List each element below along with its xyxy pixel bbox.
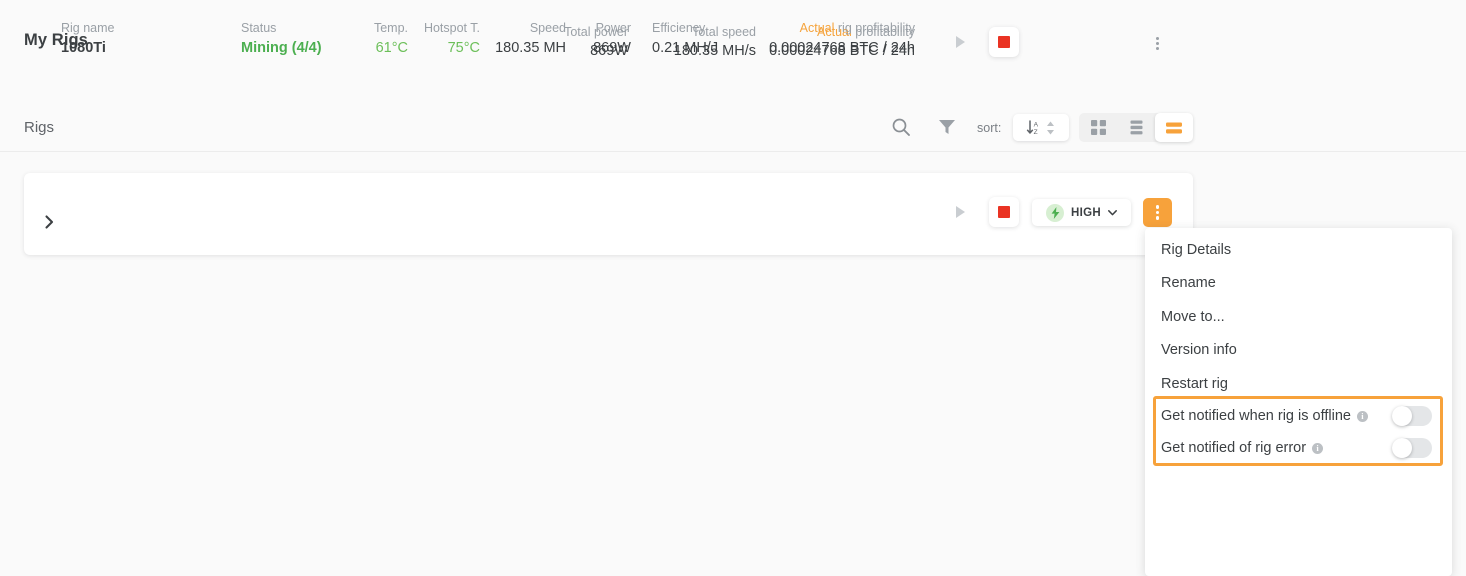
- view-compact-button[interactable]: [1155, 113, 1193, 142]
- toggle-error-notify[interactable]: [1392, 438, 1432, 458]
- cell-power: 869W: [593, 37, 631, 59]
- play-icon: [956, 36, 965, 48]
- chevron-right-icon: [44, 215, 56, 229]
- svg-text:A: A: [1034, 121, 1039, 128]
- column-rig-name: Rig name 1080Ti: [61, 20, 115, 59]
- column-hotspot-temp: Hotspot T. 75°C: [424, 20, 480, 59]
- svg-text:Z: Z: [1034, 129, 1038, 136]
- column-header-profitability-accent: Actual: [800, 21, 835, 35]
- column-power: Power 869W: [593, 20, 631, 59]
- column-header-temp: Temp.: [374, 20, 408, 37]
- stop-icon: [998, 36, 1010, 48]
- cell-status: Mining (4/4): [241, 37, 322, 59]
- toggle-label-offline-notify: Get notified when rig is offline: [1161, 408, 1351, 424]
- sort-control[interactable]: A Z: [1013, 114, 1069, 141]
- toggle-knob: [1392, 406, 1412, 426]
- sort-alpha-icon: A Z: [1026, 119, 1041, 136]
- search-icon[interactable]: [891, 117, 911, 137]
- menu-item-rig-details[interactable]: Rig Details: [1145, 233, 1452, 267]
- column-temp: Temp. 61°C: [374, 20, 408, 59]
- list-view-icon: [1129, 120, 1144, 135]
- kebab-menu-icon: [1156, 37, 1159, 50]
- sort-label: sort:: [977, 121, 1001, 135]
- stop-rig-button[interactable]: [989, 197, 1019, 227]
- column-header-hotspot-temp: Hotspot T.: [424, 20, 480, 37]
- menu-item-move-to[interactable]: Move to...: [1145, 300, 1452, 334]
- rig-more-options-button[interactable]: [1143, 198, 1172, 227]
- grid-view-icon: [1091, 120, 1106, 135]
- column-header-power: Power: [593, 20, 631, 37]
- column-header-speed: Speed: [495, 20, 566, 37]
- view-list-button[interactable]: [1117, 113, 1155, 142]
- info-icon[interactable]: i: [1312, 443, 1323, 454]
- sort-direction-icon: [1045, 120, 1056, 136]
- rigs-section-title: Rigs: [24, 119, 54, 136]
- toggle-offline-notify[interactable]: [1392, 406, 1432, 426]
- power-mode-selector[interactable]: HIGH: [1032, 199, 1131, 226]
- view-grid-button[interactable]: [1079, 113, 1117, 142]
- play-all-button[interactable]: [944, 27, 974, 57]
- cell-efficiency: 0.21 MH/J: [652, 37, 718, 59]
- top-header: My Rigs Total power 869W Total speed 180…: [0, 0, 1466, 84]
- lightning-bolt-icon: [1046, 204, 1064, 222]
- play-icon: [956, 206, 965, 218]
- menu-item-rename[interactable]: Rename: [1145, 267, 1452, 301]
- cell-rig-name[interactable]: 1080Ti: [61, 37, 115, 59]
- power-mode-label: HIGH: [1071, 207, 1101, 219]
- column-header-profitability-rest: rig profitability: [834, 21, 915, 35]
- toggle-knob: [1392, 438, 1412, 458]
- cell-speed: 180.35 MH: [495, 37, 566, 59]
- info-icon[interactable]: i: [1357, 411, 1368, 422]
- rig-expand-toggle[interactable]: [44, 215, 56, 229]
- column-header-rig-name: Rig name: [61, 20, 115, 37]
- column-header-status: Status: [241, 20, 322, 37]
- header-more-options-button[interactable]: [1142, 28, 1172, 58]
- column-speed: Speed 180.35 MH: [495, 20, 566, 59]
- column-rig-profitability: Actual rig profitability 0.00024768 BTC …: [769, 20, 915, 59]
- kebab-menu-icon: [1156, 205, 1160, 220]
- compact-view-icon: [1166, 121, 1182, 135]
- notification-settings-highlight: Get notified when rig is offline i Get n…: [1153, 396, 1443, 466]
- toggle-row-offline-notify: Get notified when rig is offline i: [1156, 400, 1440, 432]
- toggle-row-error-notify: Get notified of rig error i: [1156, 432, 1440, 464]
- column-header-efficiency: Efficiency: [652, 20, 718, 37]
- column-header-rig-profitability: Actual rig profitability: [769, 20, 915, 37]
- cell-hotspot-temp: 75°C: [424, 37, 480, 59]
- rigs-toolbar: Rigs: [0, 100, 1466, 152]
- menu-item-version-info[interactable]: Version info: [1145, 334, 1452, 368]
- filter-icon[interactable]: [938, 118, 956, 136]
- chevron-down-icon: [1108, 210, 1117, 216]
- toggle-label-error-notify: Get notified of rig error: [1161, 440, 1306, 456]
- column-status: Status Mining (4/4): [241, 20, 322, 59]
- view-mode-group: [1079, 113, 1193, 142]
- stop-icon: [998, 206, 1010, 218]
- play-rig-button[interactable]: [944, 197, 974, 227]
- column-efficiency: Efficiency 0.21 MH/J: [652, 20, 718, 59]
- cell-rig-profitability: 0.00024768 BTC / 24h: [769, 37, 915, 59]
- stop-all-button[interactable]: [989, 27, 1019, 57]
- cell-temp: 61°C: [374, 37, 408, 59]
